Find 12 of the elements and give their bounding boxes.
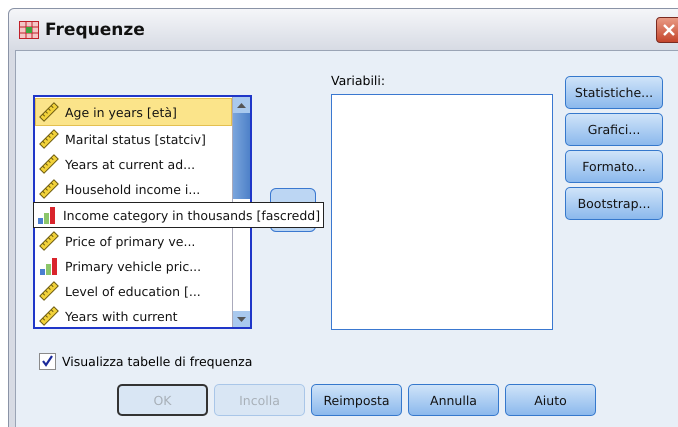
- checkbox-label: Visualizza tabelle di frequenza: [62, 354, 252, 369]
- variable-name: Marital status [statciv]: [65, 132, 206, 146]
- variable-name: Age in years [età]: [65, 104, 177, 120]
- variable-name: Level of education [...: [65, 284, 201, 298]
- variable-name: Household income i...: [65, 182, 200, 196]
- window-title: Frequenze: [45, 20, 145, 40]
- variable-name: Income category in thousands [fascredd]: [63, 208, 320, 222]
- variable-name: Price of primary ve...: [65, 234, 196, 248]
- variable-name: Primary vehicle pric...: [65, 258, 202, 274]
- variable-name: Years with current: [65, 308, 178, 324]
- variable-name: Years at current ad...: [65, 156, 196, 172]
- variables-label: Variabili:: [331, 73, 386, 90]
